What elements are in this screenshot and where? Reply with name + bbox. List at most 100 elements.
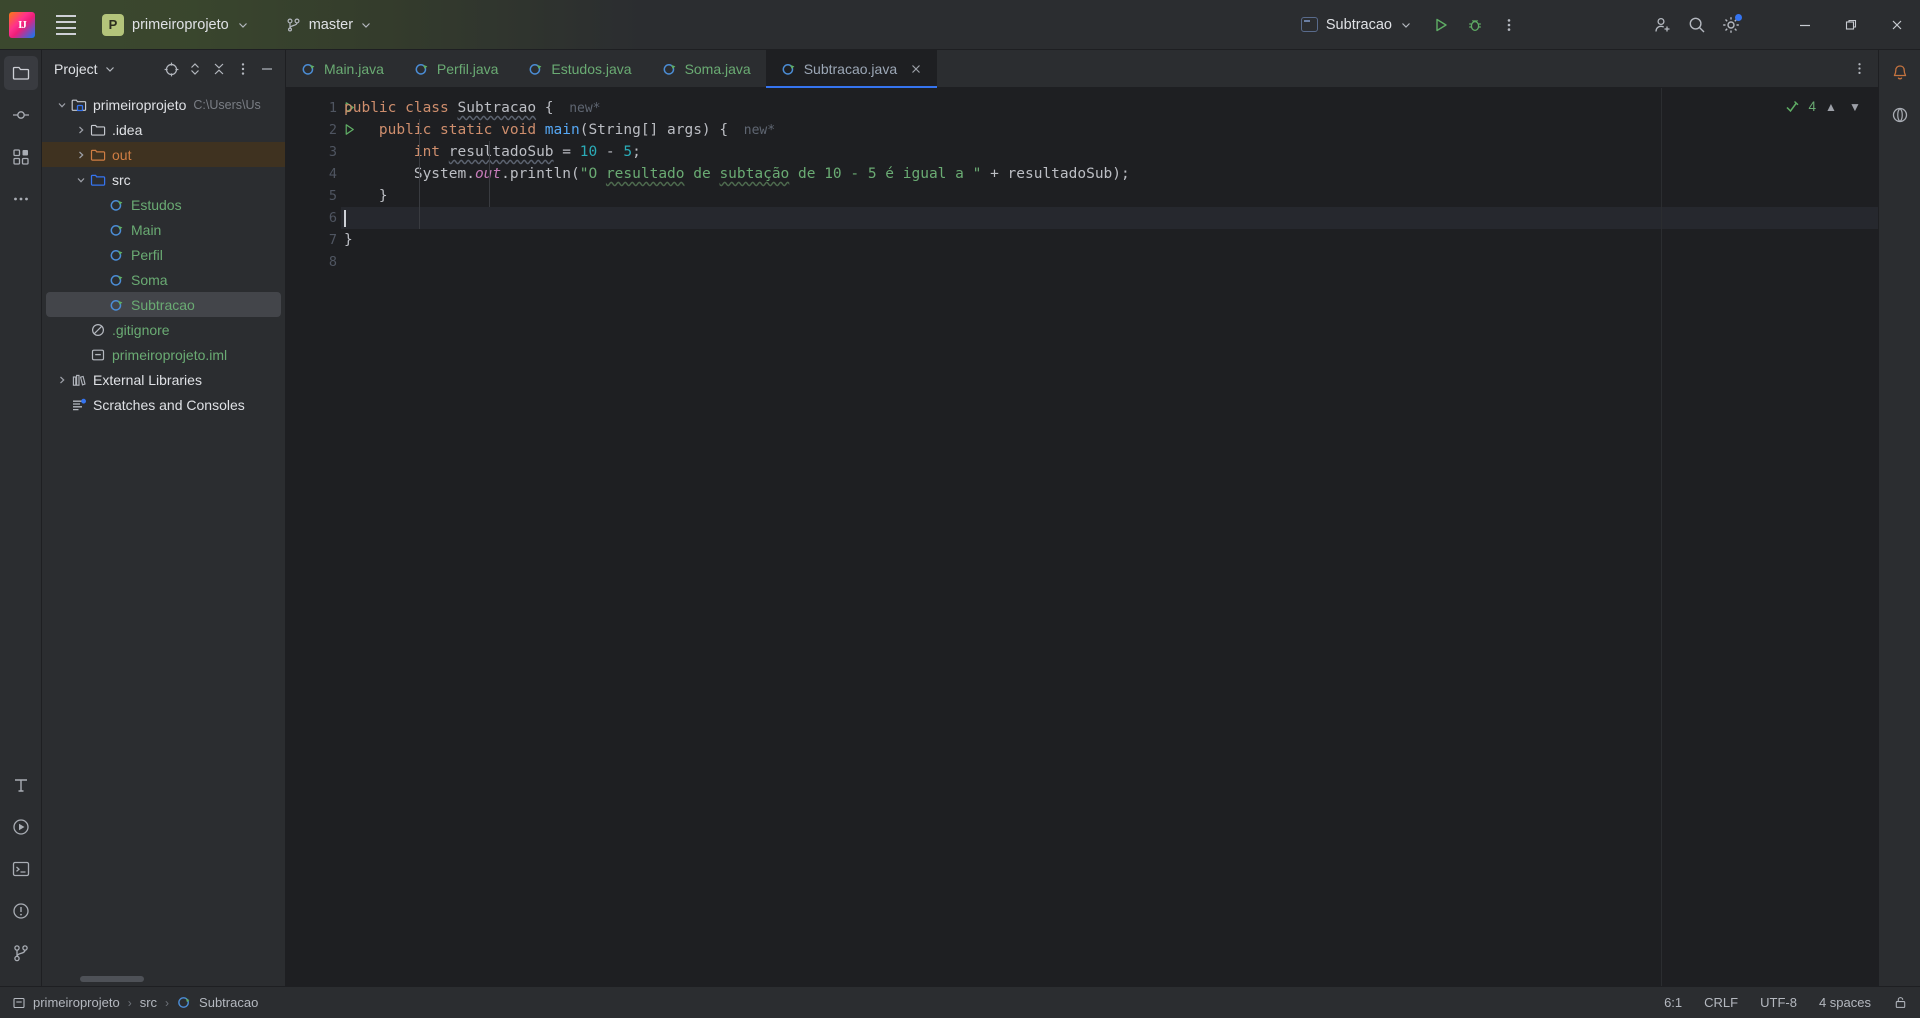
gutter-line-8[interactable]: 8 <box>286 251 341 273</box>
tree-item-main[interactable]: Main <box>42 217 285 242</box>
project-tree[interactable]: primeiroprojeto C:\Users\Us .idea out src Est… <box>42 88 285 986</box>
git-branch-selector[interactable]: master <box>279 14 379 36</box>
maximize-restore-icon[interactable] <box>1828 0 1874 50</box>
hide-panel-button[interactable] <box>255 57 279 81</box>
rail-version-control[interactable] <box>4 936 38 970</box>
indent-setting[interactable]: 4 spaces <box>1819 995 1871 1010</box>
run-configuration-selector[interactable]: Subtracao <box>1293 14 1420 36</box>
rail-commit[interactable] <box>4 98 38 132</box>
tree-item-soma[interactable]: Soma <box>42 267 285 292</box>
code-line-4[interactable]: System.out.println("O resultado de subta… <box>341 163 1878 185</box>
editor-tab-label: Subtracao.java <box>803 60 898 77</box>
rail-run[interactable] <box>4 810 38 844</box>
code-line-7[interactable]: } <box>341 229 1878 251</box>
code-line-3[interactable]: int resultadoSub = 10 - 5; <box>341 141 1878 163</box>
encoding[interactable]: UTF-8 <box>1760 995 1797 1010</box>
tree-item-idea[interactable]: .idea <box>42 117 285 142</box>
rail-ai-assistant[interactable] <box>4 768 38 802</box>
editor-tab-perfil-java[interactable]: Perfil.java <box>399 50 513 87</box>
gutter-line-2[interactable]: 2 <box>286 119 354 141</box>
gutter-line-4[interactable]: 4 <box>286 163 341 185</box>
project-tree-hscrollbar[interactable] <box>80 976 144 982</box>
editor-tab-subtracao-java[interactable]: Subtracao.java <box>765 50 938 88</box>
more-vertical-icon[interactable] <box>1846 56 1872 82</box>
chevron-right-icon[interactable] <box>57 375 67 385</box>
hamburger-menu-icon[interactable] <box>49 8 83 42</box>
search-icon[interactable] <box>1680 8 1714 42</box>
code-line-1[interactable]: public class Subtracao { new* <box>341 97 1878 119</box>
tree-item-scratches-and-consoles[interactable]: Scratches and Consoles <box>42 392 285 417</box>
line-separator[interactable]: CRLF <box>1704 995 1738 1010</box>
gutter-line-1[interactable]: 1 <box>286 97 354 119</box>
chevron-right-icon[interactable] <box>76 150 86 160</box>
editor-tab-soma-java[interactable]: Soma.java <box>647 50 766 87</box>
code-line-8[interactable] <box>341 251 1878 273</box>
line-number: 2 <box>328 122 337 138</box>
close-icon[interactable] <box>910 63 922 75</box>
panel-options-button[interactable] <box>231 57 255 81</box>
rail-ai[interactable] <box>1883 98 1917 132</box>
gutter-line-6[interactable]: 6 <box>286 207 341 229</box>
rail-problems[interactable] <box>4 894 38 928</box>
expand-all-button[interactable] <box>183 57 207 81</box>
editor-tab-main-java[interactable]: Main.java <box>286 50 399 87</box>
code-line-5[interactable]: } <box>341 185 1878 207</box>
chevron-down-icon[interactable]: ▼ <box>1846 100 1864 114</box>
tree-item-out[interactable]: out <box>42 142 285 167</box>
line-number: 3 <box>328 144 337 160</box>
gutter-line-3[interactable]: 3 <box>286 141 341 163</box>
chevron-right-icon[interactable] <box>76 125 86 135</box>
rail-notifications[interactable] <box>1883 56 1917 90</box>
tree-twisty[interactable] <box>73 175 89 185</box>
chevron-down-icon[interactable] <box>57 100 67 110</box>
breadcrumb-module[interactable]: primeiroprojeto <box>12 995 120 1010</box>
main-body: Project primeiroprojeto C:\Users\Us .ide… <box>0 50 1920 986</box>
rail-project[interactable] <box>3 56 38 90</box>
close-icon[interactable] <box>1874 0 1920 50</box>
tree-twisty[interactable] <box>73 150 89 160</box>
run-play-icon[interactable] <box>1424 8 1458 42</box>
chevron-up-icon[interactable]: ▲ <box>1822 100 1840 114</box>
editor-gutter[interactable]: 1 2 3 4 5 6 7 8 <box>286 88 354 986</box>
chevron-down-icon[interactable] <box>104 63 116 75</box>
inspection-widget[interactable]: 4 ▲ ▼ <box>1785 98 1864 115</box>
code-editor[interactable]: 1 2 3 4 5 6 7 8 public class Subtracao { new* p… <box>286 88 1878 986</box>
code-line-2[interactable]: public static void main (String[] args) {… <box>341 119 1878 141</box>
minimize-icon[interactable] <box>1782 0 1828 50</box>
project-tool-window: Project primeiroprojeto C:\Users\Us .ide… <box>42 50 286 986</box>
gutter-line-5[interactable]: 5 <box>286 185 341 207</box>
editor-code-content[interactable]: public class Subtracao { new* public sta… <box>341 88 1878 986</box>
debug-bug-icon[interactable] <box>1458 8 1492 42</box>
tree-item-primeiroprojeto-iml[interactable]: primeiroprojeto.iml <box>42 342 285 367</box>
tree-item-subtracao[interactable]: Subtracao <box>46 292 281 317</box>
more-vertical-icon[interactable] <box>1492 8 1526 42</box>
rail-more[interactable] <box>4 182 38 216</box>
tree-item-primeiroprojeto[interactable]: primeiroprojeto C:\Users\Us <box>42 92 285 117</box>
tree-item-label: primeiroprojeto.iml <box>112 346 228 363</box>
collapse-all-button[interactable] <box>207 57 231 81</box>
tree-twisty[interactable] <box>54 100 70 110</box>
tree-item-src[interactable]: src <box>42 167 285 192</box>
tree-item-external-libraries[interactable]: External Libraries <box>42 367 285 392</box>
unlocked-icon[interactable] <box>1893 995 1908 1011</box>
gutter-line-7[interactable]: 7 <box>286 229 341 251</box>
code-line-6[interactable] <box>341 207 1878 229</box>
java-class-icon <box>178 997 190 1008</box>
breadcrumb-src[interactable]: src <box>140 995 157 1010</box>
tree-twisty[interactable] <box>54 375 70 385</box>
tree-item-estudos[interactable]: Estudos <box>42 192 285 217</box>
gear-icon[interactable] <box>1714 8 1748 42</box>
tree-item-gitignore[interactable]: .gitignore <box>42 317 285 342</box>
caret-position[interactable]: 6:1 <box>1664 995 1682 1010</box>
project-selector[interactable]: P primeiroprojeto <box>99 11 257 39</box>
tree-twisty[interactable] <box>73 125 89 135</box>
add-account-icon[interactable] <box>1646 8 1680 42</box>
rail-terminal[interactable] <box>4 852 38 886</box>
editor-tab-estudos-java[interactable]: Estudos.java <box>513 50 646 87</box>
tree-item-perfil[interactable]: Perfil <box>42 242 285 267</box>
breadcrumb-class[interactable]: Subtracao <box>177 995 258 1010</box>
select-opened-file-button[interactable] <box>159 57 183 81</box>
chevron-down-icon[interactable] <box>76 175 86 185</box>
rail-structure[interactable] <box>4 140 38 174</box>
